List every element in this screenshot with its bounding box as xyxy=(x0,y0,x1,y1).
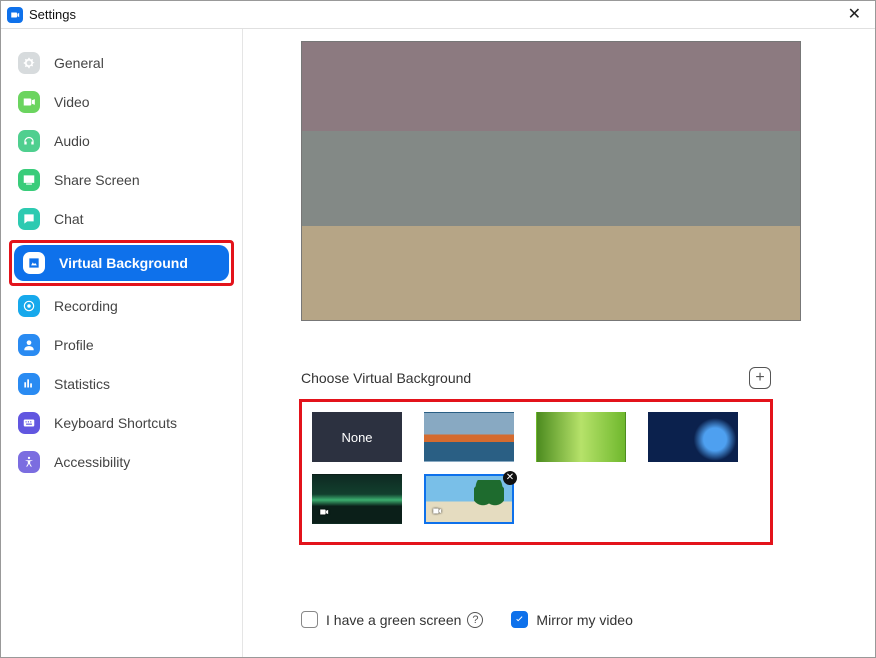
sidebar-item-label: Profile xyxy=(54,337,94,353)
background-thumb-bridge[interactable] xyxy=(424,412,514,462)
sidebar-item-label: Chat xyxy=(54,211,84,227)
headphones-icon xyxy=(18,130,40,152)
mirror-video-checkbox[interactable] xyxy=(511,611,528,628)
titlebar: Settings ✕ xyxy=(1,1,875,29)
background-thumb-none-label: None xyxy=(341,430,372,445)
video-indicator-icon xyxy=(317,504,331,520)
sidebar-item-statistics[interactable]: Statistics xyxy=(9,366,234,402)
accessibility-icon xyxy=(18,451,40,473)
keyboard-icon xyxy=(18,412,40,434)
camera-icon xyxy=(18,91,40,113)
background-thumb-aurora[interactable] xyxy=(312,474,402,524)
sidebar-item-label: Accessibility xyxy=(54,454,130,470)
stats-icon xyxy=(18,373,40,395)
green-screen-option[interactable]: I have a green screen ? xyxy=(301,611,483,628)
background-thumb-earth[interactable] xyxy=(648,412,738,462)
video-indicator-icon xyxy=(430,503,444,519)
settings-main-panel: Choose Virtual Background + None ✕ xyxy=(243,29,875,657)
background-icon xyxy=(23,252,45,274)
sidebar-item-audio[interactable]: Audio xyxy=(9,123,234,159)
user-icon xyxy=(18,334,40,356)
sidebar-item-label: Audio xyxy=(54,133,90,149)
chat-icon xyxy=(18,208,40,230)
choose-background-label: Choose Virtual Background xyxy=(301,370,471,386)
sidebar-item-share-screen[interactable]: Share Screen xyxy=(9,162,234,198)
add-background-button[interactable]: + xyxy=(749,367,771,389)
sidebar-item-general[interactable]: General xyxy=(9,45,234,81)
mirror-video-option[interactable]: Mirror my video xyxy=(511,611,632,628)
sidebar-item-accessibility[interactable]: Accessibility xyxy=(9,444,234,480)
gear-icon xyxy=(18,52,40,74)
sidebar-active-highlight: Virtual Background xyxy=(9,240,234,286)
mirror-video-label: Mirror my video xyxy=(536,612,632,628)
window-close-button[interactable]: ✕ xyxy=(842,5,867,25)
sidebar-item-label: General xyxy=(54,55,104,71)
green-screen-help-icon[interactable]: ? xyxy=(467,612,483,628)
window-title: Settings xyxy=(29,7,76,22)
record-icon xyxy=(18,295,40,317)
sidebar-item-label: Keyboard Shortcuts xyxy=(54,415,177,431)
share-screen-icon xyxy=(18,169,40,191)
background-thumbnails-highlight: None ✕ xyxy=(299,399,773,545)
sidebar-item-label: Share Screen xyxy=(54,172,140,188)
sidebar-item-label: Virtual Background xyxy=(59,255,188,271)
green-screen-label: I have a green screen xyxy=(326,612,461,628)
sidebar-item-label: Statistics xyxy=(54,376,110,392)
sidebar-item-chat[interactable]: Chat xyxy=(9,201,234,237)
video-preview xyxy=(301,41,801,321)
sidebar-item-profile[interactable]: Profile xyxy=(9,327,234,363)
green-screen-checkbox[interactable] xyxy=(301,611,318,628)
background-thumb-grass[interactable] xyxy=(536,412,626,462)
sidebar-item-virtual-background[interactable]: Virtual Background xyxy=(14,245,229,281)
background-thumb-none[interactable]: None xyxy=(312,412,402,462)
zoom-app-icon xyxy=(7,7,23,23)
sidebar-item-keyboard-shortcuts[interactable]: Keyboard Shortcuts xyxy=(9,405,234,441)
sidebar-item-video[interactable]: Video xyxy=(9,84,234,120)
sidebar-item-label: Video xyxy=(54,94,90,110)
background-thumb-beach[interactable]: ✕ xyxy=(424,474,514,524)
sidebar-item-label: Recording xyxy=(54,298,118,314)
delete-background-button[interactable]: ✕ xyxy=(503,471,517,485)
sidebar-item-recording[interactable]: Recording xyxy=(9,288,234,324)
settings-sidebar: General Video Audio Share Screen Chat Vi… xyxy=(1,29,243,657)
